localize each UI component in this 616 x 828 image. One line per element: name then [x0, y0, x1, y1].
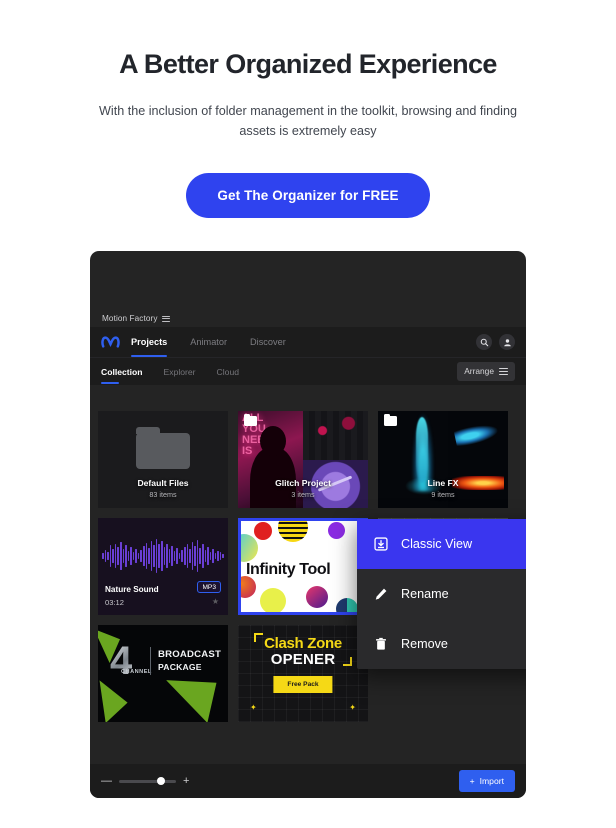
- hero-section: A Better Organized Experience With the i…: [0, 0, 616, 219]
- profile-icon: [503, 338, 511, 346]
- shape-heart-circle: [254, 522, 272, 540]
- subtab-cloud[interactable]: Cloud: [217, 367, 239, 377]
- card-label: Default Files 83 items: [98, 478, 228, 499]
- shape-yellow-circle: [260, 588, 286, 614]
- asset-card-infinity-tool[interactable]: Infinity Tool: [238, 518, 368, 615]
- arrange-label: Arrange: [464, 366, 494, 377]
- page-title: A Better Organized Experience: [119, 49, 497, 79]
- audio-waveform: [102, 532, 224, 580]
- polygon-shape: [98, 680, 131, 722]
- shape-teal-circle: [336, 598, 358, 615]
- app-subtabs: Collection Explorer Cloud Arrange: [90, 357, 526, 385]
- save-view-icon: [373, 537, 388, 551]
- get-organizer-button[interactable]: Get The Organizer for FREE: [186, 173, 430, 219]
- zoom-slider[interactable]: [119, 776, 176, 785]
- folder-preview-collage: ALLYOUNEEDIS: [238, 411, 368, 508]
- thumb-fire-streak: [448, 459, 508, 508]
- shape-orange-circle: [238, 576, 256, 598]
- app-bottom-bar: — + + Import: [90, 764, 526, 798]
- page-root: A Better Organized Experience With the i…: [0, 0, 616, 828]
- zoom-slider-thumb[interactable]: [156, 776, 165, 785]
- context-menu-label: Remove: [401, 637, 448, 651]
- context-menu-item-remove[interactable]: Remove: [357, 619, 526, 669]
- asset-card-clash-zone[interactable]: Clash Zone OPENER Free Pack ✦ ✦: [238, 625, 368, 722]
- app-window: Motion Factory Projects Animator Discove…: [90, 251, 526, 798]
- shape-purple-circle: [328, 522, 345, 539]
- search-button[interactable]: [476, 334, 492, 350]
- card-title: Clash Zone: [264, 635, 342, 652]
- menu-lines-icon[interactable]: [161, 314, 170, 323]
- asset-card-broadcast-package[interactable]: 4 CHANNEL BROADCAST PACKAGE: [98, 625, 228, 722]
- glow-base-shape: [405, 477, 443, 495]
- polygon-shape: [166, 668, 226, 722]
- card-title: Infinity Tool: [246, 561, 331, 578]
- subtab-collection[interactable]: Collection: [101, 367, 143, 384]
- folder-badge-icon: [384, 413, 397, 426]
- divider: [150, 647, 151, 675]
- thumb-column: [303, 411, 368, 508]
- shape-wave-circle: [278, 518, 308, 542]
- channel-label: CHANNEL: [121, 669, 152, 675]
- context-menu-item-classic-view[interactable]: Classic View: [357, 519, 526, 569]
- window-title-bar: Motion Factory: [102, 314, 170, 323]
- pencil-icon: [373, 587, 388, 601]
- window-topbar: [90, 251, 526, 309]
- folder-icon: [136, 427, 190, 469]
- energy-swirl-core: [416, 417, 428, 483]
- folder-badge-icon: [244, 413, 257, 426]
- profile-button[interactable]: [499, 334, 515, 350]
- plus-icon[interactable]: +: [183, 775, 189, 787]
- asset-card-glitch-project[interactable]: ALLYOUNEEDIS Glitch Project 3 items: [238, 411, 368, 508]
- shape-gradient-circle: [306, 586, 328, 608]
- thumb-purple-circle: [303, 459, 368, 508]
- thumb-water-splash: [448, 411, 508, 460]
- card-label: BROADCAST PACKAGE: [158, 649, 221, 672]
- shape-cyan-circle: [238, 534, 258, 562]
- cta-wrapper: Get The Organizer for FREE: [0, 173, 616, 219]
- card-title2: OPENER: [270, 651, 336, 668]
- card-label: Nature Sound 03:12: [105, 585, 159, 607]
- list-lines-icon: [499, 366, 508, 377]
- silhouette-shape: [249, 447, 297, 508]
- tab-projects[interactable]: Projects: [131, 337, 168, 357]
- minus-icon[interactable]: —: [101, 775, 112, 787]
- arrange-button[interactable]: Arrange: [457, 362, 515, 381]
- nav-actions: [476, 334, 515, 350]
- trash-icon: [373, 637, 388, 651]
- format-badge: MP3: [197, 581, 221, 593]
- search-icon: [480, 338, 488, 346]
- tab-discover[interactable]: Discover: [250, 337, 286, 348]
- context-menu: Classic View Rename Remove: [357, 519, 526, 669]
- thumb-glitch-pattern: [303, 411, 368, 460]
- card-line1: BROADCAST: [158, 649, 222, 660]
- card-duration: 03:12: [105, 598, 125, 607]
- asset-card-default-files[interactable]: Default Files 83 items: [98, 411, 228, 508]
- subtab-explorer[interactable]: Explorer: [164, 367, 196, 377]
- import-button[interactable]: + Import: [458, 770, 515, 792]
- zoom-controls: — +: [101, 775, 189, 787]
- page-subtitle: With the inclusion of folder management …: [99, 104, 517, 138]
- card-title: Nature Sound: [105, 585, 159, 594]
- plus-mark-icon: ✦: [250, 703, 257, 712]
- window-title-label: Motion Factory: [102, 314, 158, 324]
- import-label: Import: [479, 776, 504, 786]
- card-title: 4: [110, 639, 133, 683]
- context-menu-label: Classic View: [401, 537, 473, 551]
- card-line2: PACKAGE: [158, 662, 202, 672]
- card-title: Default Files: [137, 478, 189, 488]
- asset-card-line-fx[interactable]: Line FX 9 items: [378, 411, 508, 508]
- app-navbar: Projects Animator Discover: [90, 327, 526, 357]
- context-menu-label: Rename: [401, 587, 449, 601]
- card-subtitle: 83 items: [149, 490, 177, 499]
- motion-factory-logo-icon: [101, 336, 120, 348]
- thumb-column: [448, 411, 508, 508]
- asset-card-nature-sound[interactable]: Nature Sound 03:12 MP3 ★: [98, 518, 228, 615]
- free-pack-button[interactable]: Free Pack: [273, 676, 333, 693]
- tab-animator[interactable]: Animator: [190, 337, 227, 348]
- plus-icon: +: [469, 776, 475, 786]
- favorite-star-icon[interactable]: ★: [212, 597, 219, 606]
- context-menu-item-rename[interactable]: Rename: [357, 569, 526, 619]
- plus-mark-icon: ✦: [349, 703, 356, 712]
